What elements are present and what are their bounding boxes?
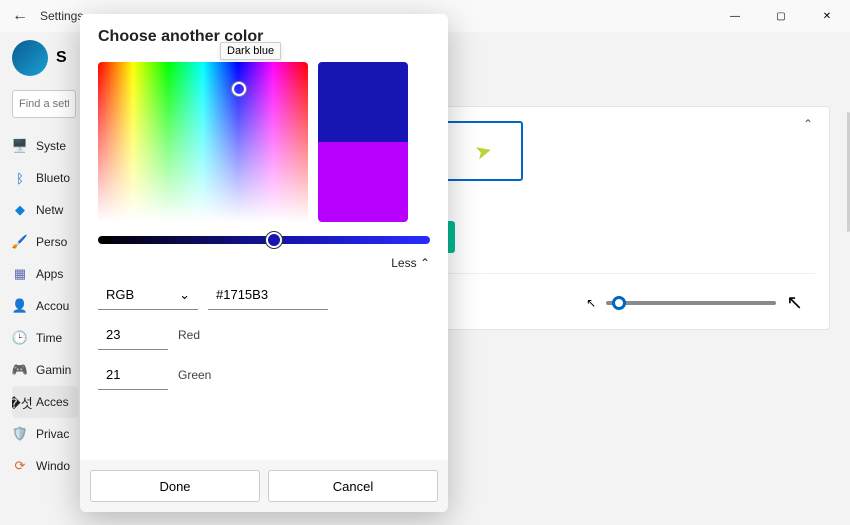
avatar[interactable] — [12, 40, 48, 76]
window-controls: — ▢ ✕ — [712, 0, 850, 32]
user-initial: S — [56, 49, 67, 67]
sidebar-item[interactable]: 🕒 Time — [12, 322, 78, 354]
nav-icon: ⟳ — [12, 458, 28, 474]
sidebar-item[interactable]: ⟳ Windo — [12, 450, 78, 482]
chevron-down-icon: ⌄ — [179, 287, 190, 303]
nav-icon: �섯 — [12, 394, 28, 410]
nav-label: Accou — [36, 299, 69, 313]
sidebar-item[interactable]: �섯 Acces — [12, 386, 78, 418]
back-arrow-icon[interactable]: ← — [8, 7, 32, 25]
nav-icon: 🛡️ — [12, 426, 28, 442]
nav-label: Time — [36, 331, 62, 345]
pointer-style-custom[interactable]: ➤ — [443, 121, 523, 181]
hex-input[interactable] — [208, 280, 328, 310]
cancel-button[interactable]: Cancel — [268, 470, 438, 502]
dialog-buttons: Done Cancel — [80, 460, 448, 512]
nav-label: Windo — [36, 459, 70, 473]
sidebar-item[interactable]: ◆ Netw — [12, 194, 78, 226]
sidebar-item[interactable]: 👤 Accou — [12, 290, 78, 322]
color-preview — [318, 62, 408, 222]
nav-label: Apps — [36, 267, 63, 281]
saturation-gradient[interactable] — [98, 62, 308, 222]
chevron-up-icon: ⌃ — [420, 256, 430, 270]
close-button[interactable]: ✕ — [804, 0, 850, 32]
value-slider[interactable] — [98, 236, 430, 244]
nav-icon: 👤 — [12, 298, 28, 314]
search-input[interactable] — [12, 90, 76, 118]
nav-label: Gamin — [36, 363, 71, 377]
nav-icon: ◆ — [12, 202, 28, 218]
sidebar-item[interactable]: 🖥️ Syste — [12, 130, 78, 162]
nav-icon: 🎮 — [12, 362, 28, 378]
color-picker-dialog: Choose another color Dark blue Less ⌃ RG… — [80, 14, 448, 512]
nav-icon: ᛒ — [12, 170, 28, 186]
sidebar-item[interactable]: 🎮 Gamin — [12, 354, 78, 386]
cursor-small-icon: ↖ — [586, 296, 596, 310]
red-label: Red — [178, 328, 200, 342]
done-button[interactable]: Done — [90, 470, 260, 502]
cursor-icon: ➤ — [472, 137, 495, 165]
nav-label: Perso — [36, 235, 67, 249]
sidebar: S 🖥️ Syste ᛒ Blueto ◆ Netw 🖌️ Perso ▦ Apps 👤 Accou 🕒… — [0, 32, 78, 525]
nav-label: Netw — [36, 203, 63, 217]
preview-previous — [318, 142, 408, 222]
color-tooltip: Dark blue — [220, 42, 281, 60]
gradient-marker[interactable] — [232, 82, 246, 96]
nav-label: Syste — [36, 139, 66, 153]
sidebar-item[interactable]: 🖌️ Perso — [12, 226, 78, 258]
nav-label: Privac — [36, 427, 69, 441]
chevron-up-icon[interactable]: ⌃ — [803, 117, 813, 131]
nav-label: Acces — [36, 395, 69, 409]
sidebar-item[interactable]: ▦ Apps — [12, 258, 78, 290]
cursor-large-icon: ↖ — [786, 290, 803, 315]
nav-icon: ▦ — [12, 266, 28, 282]
nav-icon: 🕒 — [12, 330, 28, 346]
nav-icon: 🖌️ — [12, 234, 28, 250]
nav-list: 🖥️ Syste ᛒ Blueto ◆ Netw 🖌️ Perso ▦ Apps 👤 Accou 🕒 Ti… — [12, 130, 78, 482]
sidebar-item[interactable]: ᛒ Blueto — [12, 162, 78, 194]
value-slider-thumb[interactable] — [266, 232, 282, 248]
maximize-button[interactable]: ▢ — [758, 0, 804, 32]
window-title: Settings — [40, 9, 83, 23]
preview-current — [318, 62, 408, 142]
sidebar-item[interactable]: 🛡️ Privac — [12, 418, 78, 450]
nav-icon: 🖥️ — [12, 138, 28, 154]
color-mode-select[interactable]: RGB⌄ — [98, 280, 198, 310]
green-input[interactable] — [98, 360, 168, 390]
slider-thumb[interactable] — [612, 296, 626, 310]
size-slider[interactable] — [606, 301, 776, 305]
less-toggle[interactable]: Less ⌃ — [98, 256, 430, 270]
green-label: Green — [178, 368, 211, 382]
minimize-button[interactable]: — — [712, 0, 758, 32]
red-input[interactable] — [98, 320, 168, 350]
nav-label: Blueto — [36, 171, 70, 185]
